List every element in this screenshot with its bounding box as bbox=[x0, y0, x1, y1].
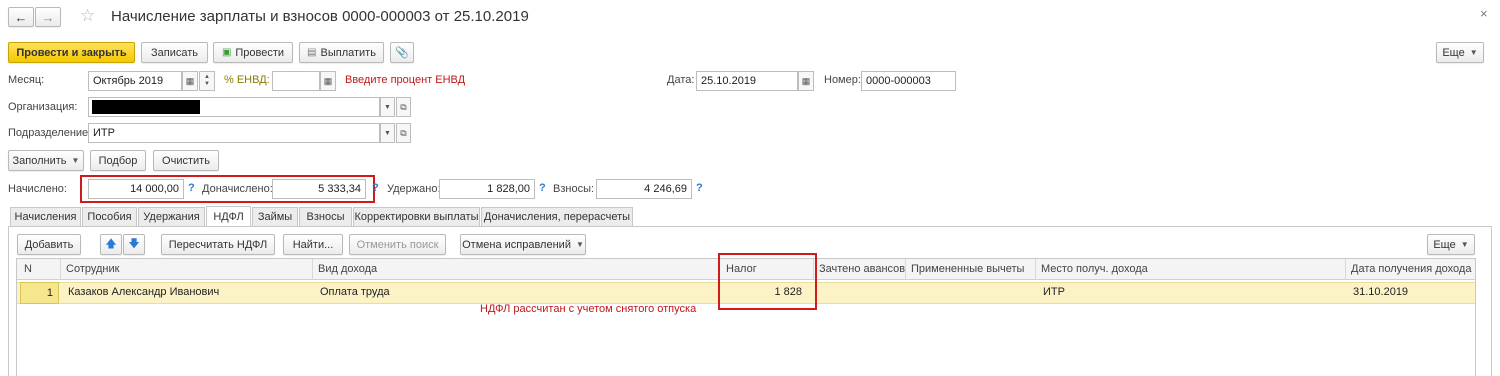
withheld-help-icon[interactable]: ? bbox=[539, 182, 546, 194]
select-button[interactable]: Подбор bbox=[90, 150, 146, 171]
post-icon: ▣ bbox=[221, 47, 232, 58]
column-header-deductions[interactable]: Примененные вычеты bbox=[906, 259, 1036, 280]
tab-payment-adjustments[interactable]: Корректировки выплаты bbox=[353, 207, 480, 226]
table-more-button[interactable]: Еще ▼ bbox=[1427, 234, 1475, 255]
post-button[interactable]: ▣ Провести bbox=[213, 42, 293, 63]
organization-field[interactable] bbox=[88, 97, 380, 117]
find-button[interactable]: Найти... bbox=[283, 234, 343, 255]
month-label: Месяц: bbox=[8, 74, 45, 86]
extra-accrued-help-icon[interactable]: ? bbox=[372, 182, 379, 194]
chevron-down-icon: ▼ bbox=[575, 240, 584, 249]
calculator-icon: ▦ bbox=[323, 75, 333, 86]
stepper-up-icon: ▲ bbox=[204, 74, 210, 80]
arrow-down-icon: 🡇 bbox=[128, 238, 140, 250]
date-field[interactable]: 25.10.2019 bbox=[696, 71, 798, 91]
calendar-button[interactable]: ▦ bbox=[182, 71, 198, 91]
withheld-field[interactable]: 1 828,00 bbox=[439, 179, 535, 199]
post-and-close-button[interactable]: Провести и закрыть bbox=[8, 42, 135, 63]
chevron-down-icon: ▼ bbox=[71, 156, 80, 165]
calendar-icon: ▦ bbox=[185, 75, 195, 86]
fill-button[interactable]: Заполнить ▼ bbox=[8, 150, 84, 171]
open-link-icon: ⧉ bbox=[400, 101, 407, 112]
chevron-down-icon: ▼ bbox=[1469, 48, 1478, 57]
organization-dropdown[interactable]: ▼ bbox=[380, 97, 395, 117]
recalculate-ndfl-button[interactable]: Пересчитать НДФЛ bbox=[161, 234, 275, 255]
move-up-button[interactable]: 🡅 bbox=[100, 234, 122, 255]
department-dropdown[interactable]: ▼ bbox=[380, 123, 395, 143]
advances-cell[interactable] bbox=[814, 282, 906, 304]
column-header-income-place[interactable]: Место получ. дохода bbox=[1036, 259, 1346, 280]
envd-label: % ЕНВД: bbox=[224, 74, 270, 86]
forward-button[interactable]: → bbox=[35, 7, 61, 27]
column-header-employee[interactable]: Сотрудник bbox=[61, 259, 313, 280]
income-date-cell[interactable]: 31.10.2019 bbox=[1348, 282, 1473, 304]
add-row-button[interactable]: Добавить bbox=[17, 234, 81, 255]
column-header-income-type[interactable]: Вид дохода bbox=[313, 259, 719, 280]
department-label: Подразделение: bbox=[8, 127, 92, 139]
month-field[interactable]: Октябрь 2019 bbox=[88, 71, 182, 91]
arrow-up-icon: 🡅 bbox=[105, 238, 117, 250]
employee-cell[interactable]: Казаков Александр Иванович bbox=[63, 282, 313, 304]
paperclip-icon: 📎 bbox=[395, 47, 409, 59]
date-label: Дата: bbox=[667, 74, 695, 86]
star-icon[interactable]: ☆ bbox=[80, 6, 95, 26]
envd-field[interactable] bbox=[272, 71, 320, 91]
column-header-advances[interactable]: Зачтено авансов bbox=[814, 259, 906, 280]
redacted-block bbox=[92, 100, 200, 114]
income-place-cell[interactable]: ИТР bbox=[1038, 282, 1338, 304]
contributions-help-icon[interactable]: ? bbox=[696, 182, 703, 194]
tax-highlight-box bbox=[718, 253, 817, 310]
tab-recalculations[interactable]: Доначисления, перерасчеты bbox=[481, 207, 633, 226]
attach-button[interactable]: 📎 bbox=[390, 42, 414, 63]
department-open-button[interactable]: ⧉ bbox=[396, 123, 411, 143]
tab-benefits[interactable]: Пособия bbox=[82, 207, 137, 226]
cancel-corrections-button[interactable]: Отмена исправлений ▼ bbox=[460, 234, 586, 255]
arrow-right-icon: → bbox=[41, 9, 55, 25]
deductions-cell[interactable] bbox=[906, 282, 1036, 304]
envd-calc-button[interactable]: ▦ bbox=[320, 71, 336, 91]
column-header-income-date[interactable]: Дата получения дохода bbox=[1346, 259, 1475, 280]
stepper-down-icon: ▼ bbox=[204, 81, 210, 87]
accrued-label: Начислено: bbox=[8, 183, 67, 195]
close-icon[interactable]: × bbox=[1480, 6, 1488, 21]
department-field[interactable]: ИТР bbox=[88, 123, 380, 143]
chevron-down-icon: ▼ bbox=[384, 129, 391, 137]
number-label: Номер: bbox=[824, 74, 861, 86]
tab-accruals[interactable]: Начисления bbox=[10, 207, 81, 226]
cancel-search-button[interactable]: Отменить поиск bbox=[349, 234, 446, 255]
more-button[interactable]: Еще ▼ bbox=[1436, 42, 1484, 63]
calendar-icon: ▦ bbox=[801, 75, 811, 86]
organization-open-button[interactable]: ⧉ bbox=[396, 97, 411, 117]
row-number-cell[interactable]: 1 bbox=[20, 282, 59, 304]
tab-ndfl[interactable]: НДФЛ bbox=[206, 206, 251, 226]
contributions-field[interactable]: 4 246,69 bbox=[596, 179, 692, 199]
back-button[interactable]: ← bbox=[8, 7, 34, 27]
accrued-highlight-box bbox=[80, 175, 375, 203]
income-type-cell[interactable]: Оплата труда bbox=[315, 282, 715, 304]
clear-button[interactable]: Очистить bbox=[153, 150, 219, 171]
column-header-n[interactable]: N bbox=[17, 259, 61, 280]
move-down-button[interactable]: 🡇 bbox=[123, 234, 145, 255]
month-stepper[interactable]: ▲ ▼ bbox=[199, 71, 215, 91]
date-calendar-button[interactable]: ▦ bbox=[798, 71, 814, 91]
contributions-label: Взносы: bbox=[553, 183, 595, 195]
annotation-text: НДФЛ рассчитан с учетом снятого отпуска bbox=[480, 303, 697, 315]
tab-contributions[interactable]: Взносы bbox=[299, 207, 352, 226]
chevron-down-icon: ▼ bbox=[1460, 240, 1469, 249]
pay-button[interactable]: ▤ Выплатить bbox=[299, 42, 384, 63]
open-link-icon: ⧉ bbox=[400, 127, 407, 138]
save-button[interactable]: Записать bbox=[141, 42, 208, 63]
number-field[interactable]: 0000-000003 bbox=[861, 71, 956, 91]
tab-deductions[interactable]: Удержания bbox=[138, 207, 205, 226]
arrow-left-icon: ← bbox=[14, 9, 28, 25]
withheld-label: Удержано: bbox=[387, 183, 441, 195]
chevron-down-icon: ▼ bbox=[384, 103, 391, 111]
envd-warning: Введите процент ЕНВД bbox=[345, 74, 466, 86]
document-icon: ▤ bbox=[307, 47, 317, 58]
organization-label: Организация: bbox=[8, 101, 78, 113]
page-title: Начисление зарплаты и взносов 0000-00000… bbox=[111, 8, 529, 25]
tab-loans[interactable]: Займы bbox=[252, 207, 298, 226]
